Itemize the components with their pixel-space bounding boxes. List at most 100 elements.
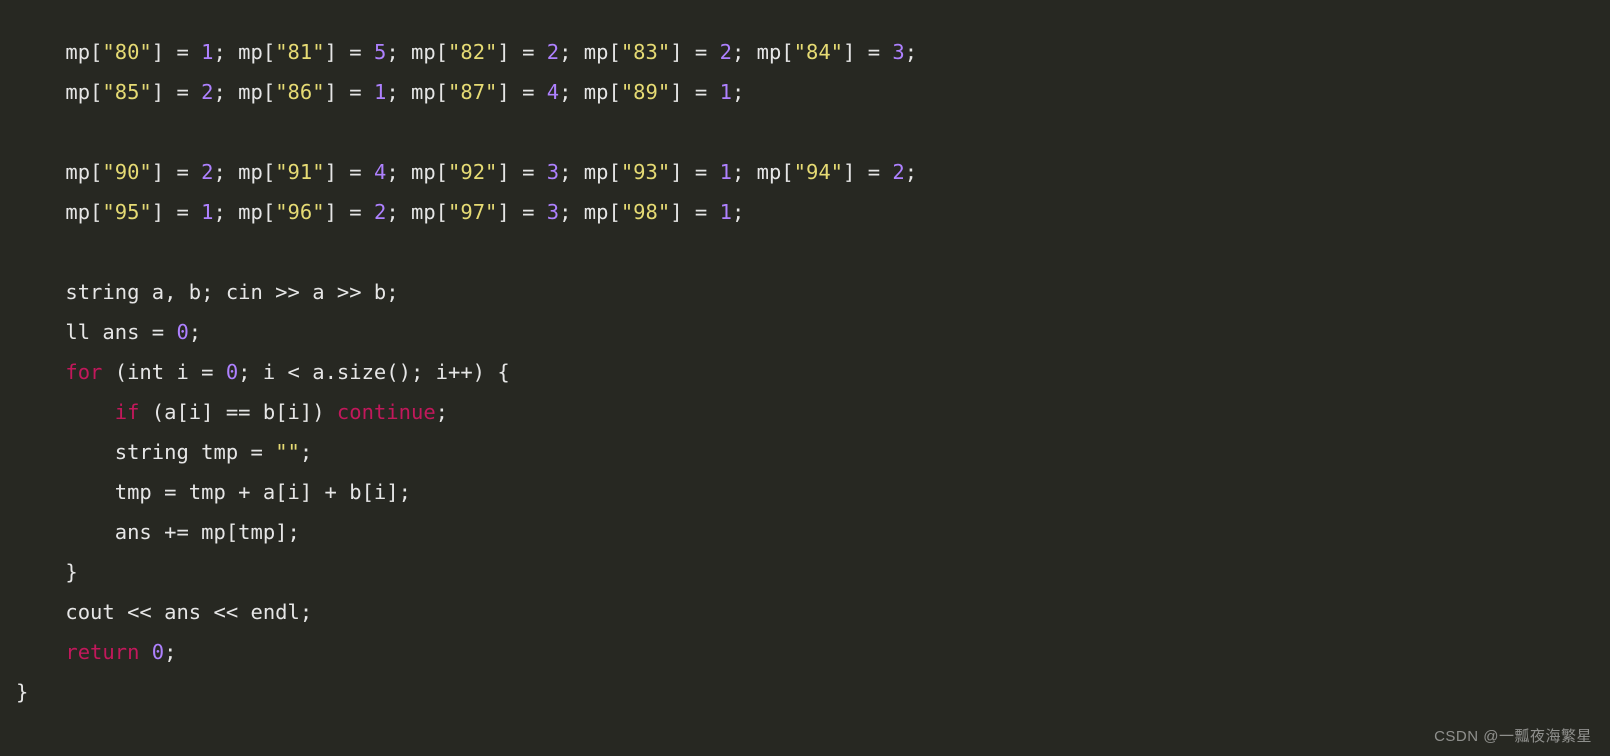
code-token: ] = (670, 160, 719, 184)
code-token: ] = (152, 40, 201, 64)
code-token: 1 (201, 40, 213, 64)
code-token (16, 360, 65, 384)
code-token: 1 (720, 80, 732, 104)
code-token: 1 (201, 200, 213, 224)
code-token: "91" (275, 160, 324, 184)
code-token: return (65, 640, 139, 664)
code-token: 2 (720, 40, 732, 64)
code-token: "84" (794, 40, 843, 64)
code-token: ; mp[ (214, 160, 276, 184)
code-token: ; (732, 80, 744, 104)
code-token: mp[ (16, 200, 102, 224)
code-token: 3 (547, 160, 559, 184)
watermark-text: CSDN @一瓢夜海繁星 (1434, 725, 1592, 746)
code-token: 4 (374, 160, 386, 184)
code-token: ] = (325, 40, 374, 64)
code-token: ; mp[ (559, 160, 621, 184)
code-token: ] = (843, 160, 892, 184)
code-token: ] = (843, 40, 892, 64)
code-token: "83" (621, 40, 670, 64)
code-token (16, 640, 65, 664)
code-token: ; (164, 640, 176, 664)
code-token: "94" (794, 160, 843, 184)
code-token: "90" (102, 160, 151, 184)
code-line: mp["80"] = 1; mp["81"] = 5; mp["82"] = 2… (16, 40, 917, 64)
code-token: ] = (497, 160, 546, 184)
code-token: ; (905, 40, 917, 64)
code-block: mp["80"] = 1; mp["81"] = 5; mp["82"] = 2… (0, 0, 1610, 712)
code-token: cout << ans << endl; (16, 600, 312, 624)
code-token: ; (300, 440, 312, 464)
code-token: "" (275, 440, 300, 464)
code-token: ; i < a.size(); i++) { (238, 360, 510, 384)
code-token: ] = (152, 160, 201, 184)
code-token: "86" (275, 80, 324, 104)
code-token: ; mp[ (386, 200, 448, 224)
code-token: ; (905, 160, 917, 184)
code-token: ] = (670, 40, 719, 64)
code-token: ; mp[ (386, 80, 448, 104)
code-token: ] = (670, 80, 719, 104)
code-token: mp[ (16, 160, 102, 184)
code-token: "97" (448, 200, 497, 224)
code-token: 4 (547, 80, 559, 104)
code-token: "93" (621, 160, 670, 184)
code-line: mp["85"] = 2; mp["86"] = 1; mp["87"] = 4… (16, 80, 744, 104)
code-token: 3 (892, 40, 904, 64)
code-token: "82" (448, 40, 497, 64)
code-token: ] = (497, 80, 546, 104)
code-token: mp[ (16, 40, 102, 64)
code-token: string tmp = (16, 440, 275, 464)
code-token: ; (189, 320, 201, 344)
code-token: ; mp[ (386, 40, 448, 64)
code-token: (a[i] == b[i]) (139, 400, 336, 424)
code-token: "92" (448, 160, 497, 184)
code-token: 2 (374, 200, 386, 224)
code-token: ] = (325, 160, 374, 184)
code-token: 0 (152, 640, 164, 664)
code-token: ; mp[ (732, 160, 794, 184)
code-token: if (115, 400, 140, 424)
code-token: ans += mp[tmp]; (16, 520, 300, 544)
code-line: string tmp = ""; (16, 440, 312, 464)
code-token: "98" (621, 200, 670, 224)
code-token: 5 (374, 40, 386, 64)
code-token: 3 (547, 200, 559, 224)
code-token: } (16, 560, 78, 584)
code-token: for (65, 360, 102, 384)
code-token: "95" (102, 200, 151, 224)
code-line: string a, b; cin >> a >> b; (16, 280, 399, 304)
code-line: ll ans = 0; (16, 320, 201, 344)
code-line: for (int i = 0; i < a.size(); i++) { (16, 360, 510, 384)
code-token: 2 (892, 160, 904, 184)
code-token: "89" (621, 80, 670, 104)
code-token: ; mp[ (559, 200, 621, 224)
code-token: ; mp[ (559, 40, 621, 64)
code-token: continue (337, 400, 436, 424)
code-line: cout << ans << endl; (16, 600, 312, 624)
code-token: ] = (497, 40, 546, 64)
code-token: 0 (226, 360, 238, 384)
code-token: ; mp[ (214, 80, 276, 104)
code-token: 2 (201, 80, 213, 104)
code-token: string a, b; cin >> a >> b; (16, 280, 399, 304)
code-token: ; (732, 200, 744, 224)
code-token: mp[ (16, 80, 102, 104)
code-line: mp["90"] = 2; mp["91"] = 4; mp["92"] = 3… (16, 160, 917, 184)
code-token: 0 (176, 320, 188, 344)
code-token: ll ans = (16, 320, 176, 344)
code-token: "87" (448, 80, 497, 104)
code-token (16, 400, 115, 424)
code-token: ] = (152, 80, 201, 104)
code-token: ; mp[ (386, 160, 448, 184)
code-token: "96" (275, 200, 324, 224)
code-token: ; mp[ (559, 80, 621, 104)
code-token: ] = (152, 200, 201, 224)
code-token: ] = (497, 200, 546, 224)
code-token: } (16, 680, 28, 704)
code-line: return 0; (16, 640, 176, 664)
code-token: "85" (102, 80, 151, 104)
code-line: } (16, 560, 78, 584)
code-token: ] = (325, 200, 374, 224)
code-token: "81" (275, 40, 324, 64)
